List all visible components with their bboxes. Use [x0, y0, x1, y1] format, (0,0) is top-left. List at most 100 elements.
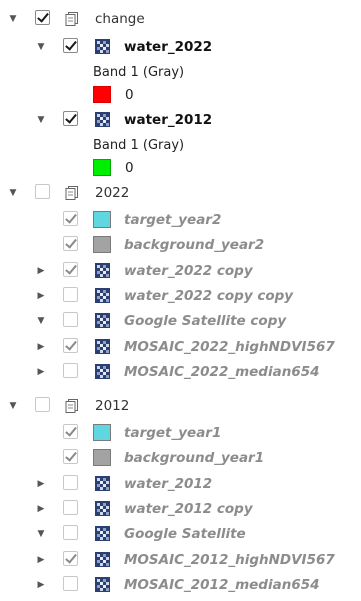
layer-group-icon	[63, 397, 80, 414]
expand-arrow-icon[interactable]: ▶	[36, 367, 46, 377]
expand-arrow-icon[interactable]: ▶	[36, 479, 46, 489]
expand-arrow-icon[interactable]: ▶	[36, 580, 46, 590]
layer-visibility-checkbox[interactable]	[63, 211, 78, 226]
layer-visibility-checkbox[interactable]	[63, 449, 78, 465]
layer-row[interactable]: background_year2	[0, 232, 361, 258]
raster-layer-icon	[95, 475, 110, 491]
layer-row[interactable]: background_year1	[0, 445, 361, 471]
layer-label: water_2012	[124, 475, 213, 492]
layer-label: target_year2	[124, 212, 222, 228]
raster-layer-icon	[95, 287, 110, 303]
layer-visibility-checkbox[interactable]	[63, 111, 78, 126]
expand-arrow-icon[interactable]: ▶	[36, 291, 46, 301]
layer-water-2012[interactable]: ▼ water_2012	[0, 107, 361, 133]
layer-row[interactable]: ▶ MOSAIC_2022_highNDVI567	[0, 334, 361, 360]
layer-visibility-checkbox[interactable]	[63, 575, 78, 591]
layer-visibility-checkbox[interactable]	[63, 38, 78, 53]
raster-layer-icon	[95, 576, 110, 592]
layer-visibility-checkbox[interactable]	[63, 261, 78, 277]
raster-layer-icon	[95, 363, 110, 379]
group-label: change	[95, 11, 145, 27]
layers-tree: ▼ change ▼ water_2022 Band 1 (Gray) 0 ▼ …	[0, 0, 361, 601]
layer-label: background_year1	[124, 450, 265, 467]
layer-label: MOSAIC_2012_median654	[124, 576, 320, 593]
legend-value: 0	[125, 87, 134, 103]
layer-visibility-checkbox[interactable]	[63, 312, 78, 328]
layer-row[interactable]: ▶ water_2022 copy	[0, 258, 361, 284]
layer-row[interactable]: ▶ MOSAIC_2022_median654	[0, 359, 361, 385]
expand-arrow-icon[interactable]: ▶	[36, 504, 46, 514]
band-label: Band 1 (Gray)	[93, 138, 185, 153]
layer-group-icon	[63, 10, 80, 27]
layer-visibility-checkbox[interactable]	[63, 286, 78, 302]
layer-visibility-checkbox[interactable]	[63, 550, 78, 566]
group-visibility-checkbox[interactable]	[35, 397, 50, 412]
band-label: Band 1 (Gray)	[93, 65, 185, 80]
layer-label: background_year2	[124, 237, 265, 254]
layer-group-2012[interactable]: ▼ 2012	[0, 393, 361, 419]
raster-layer-icon	[95, 526, 110, 542]
legend-item: 0	[0, 82, 361, 108]
layer-row[interactable]: ▶ MOSAIC_2012_highNDVI567	[0, 547, 361, 573]
layer-label: target_year1	[124, 425, 222, 441]
collapse-arrow-icon[interactable]: ▼	[36, 316, 46, 326]
collapse-arrow-icon[interactable]: ▼	[36, 42, 46, 52]
layer-group-icon	[63, 184, 80, 201]
layer-row[interactable]: ▶ water_2022 copy copy	[0, 283, 361, 309]
cyan-swatch-icon	[93, 424, 111, 441]
layer-label: MOSAIC_2022_highNDVI567	[124, 338, 335, 355]
layer-label: MOSAIC_2012_highNDVI567	[124, 551, 335, 568]
layer-visibility-checkbox[interactable]	[63, 424, 78, 439]
layer-visibility-checkbox[interactable]	[63, 362, 78, 378]
raster-layer-icon	[95, 551, 110, 567]
layer-row[interactable]: target_year1	[0, 420, 361, 446]
layer-label: Google Satellite	[124, 526, 246, 543]
collapse-arrow-icon[interactable]: ▼	[36, 115, 46, 125]
legend-value: 0	[125, 160, 134, 176]
layer-label: water_2012 copy	[124, 500, 253, 517]
layer-row[interactable]: ▶ water_2012	[0, 471, 361, 497]
layer-row[interactable]: ▶ MOSAIC_2012_median654	[0, 572, 361, 598]
layer-visibility-checkbox[interactable]	[63, 474, 78, 490]
raster-layer-icon	[95, 39, 110, 54]
raster-layer-icon	[95, 338, 110, 354]
layer-visibility-checkbox[interactable]	[63, 525, 78, 541]
layer-visibility-checkbox[interactable]	[63, 499, 78, 515]
layer-label: Google Satellite copy	[124, 313, 287, 330]
expand-arrow-icon[interactable]: ▶	[36, 266, 46, 276]
cyan-swatch-icon	[93, 211, 111, 228]
collapse-arrow-icon[interactable]: ▼	[8, 14, 18, 24]
layer-label: water_2022 copy copy	[124, 287, 294, 304]
red-legend-swatch	[93, 86, 111, 103]
layer-label: water_2022 copy	[124, 262, 253, 279]
layer-visibility-checkbox[interactable]	[63, 337, 78, 353]
raster-layer-icon	[95, 262, 110, 278]
layer-row[interactable]: target_year2	[0, 207, 361, 233]
group-visibility-checkbox[interactable]	[35, 10, 50, 25]
layer-group-2022[interactable]: ▼ 2022	[0, 180, 361, 206]
legend-item: 0	[0, 155, 361, 181]
group-label: 2012	[95, 398, 130, 414]
green-legend-swatch	[93, 159, 111, 176]
raster-layer-icon	[95, 500, 110, 516]
gray-swatch-icon	[93, 236, 111, 254]
layer-visibility-checkbox[interactable]	[63, 236, 78, 252]
layer-label: water_2012	[124, 112, 213, 128]
raster-layer-icon	[95, 112, 110, 127]
layer-water-2022[interactable]: ▼ water_2022	[0, 34, 361, 60]
layer-group-change[interactable]: ▼ change	[0, 6, 361, 32]
layer-row[interactable]: ▼ Google Satellite copy	[0, 308, 361, 334]
layer-label: water_2022	[124, 39, 213, 55]
group-label: 2022	[95, 185, 130, 201]
group-visibility-checkbox[interactable]	[35, 184, 50, 199]
expand-arrow-icon[interactable]: ▶	[36, 555, 46, 565]
layer-label: MOSAIC_2022_median654	[124, 363, 320, 380]
gray-swatch-icon	[93, 449, 111, 467]
collapse-arrow-icon[interactable]: ▼	[8, 401, 18, 411]
raster-layer-icon	[95, 313, 110, 329]
layer-row[interactable]: ▼ Google Satellite	[0, 521, 361, 547]
expand-arrow-icon[interactable]: ▶	[36, 342, 46, 352]
collapse-arrow-icon[interactable]: ▼	[36, 529, 46, 539]
layer-row[interactable]: ▶ water_2012 copy	[0, 496, 361, 522]
collapse-arrow-icon[interactable]: ▼	[8, 188, 18, 198]
